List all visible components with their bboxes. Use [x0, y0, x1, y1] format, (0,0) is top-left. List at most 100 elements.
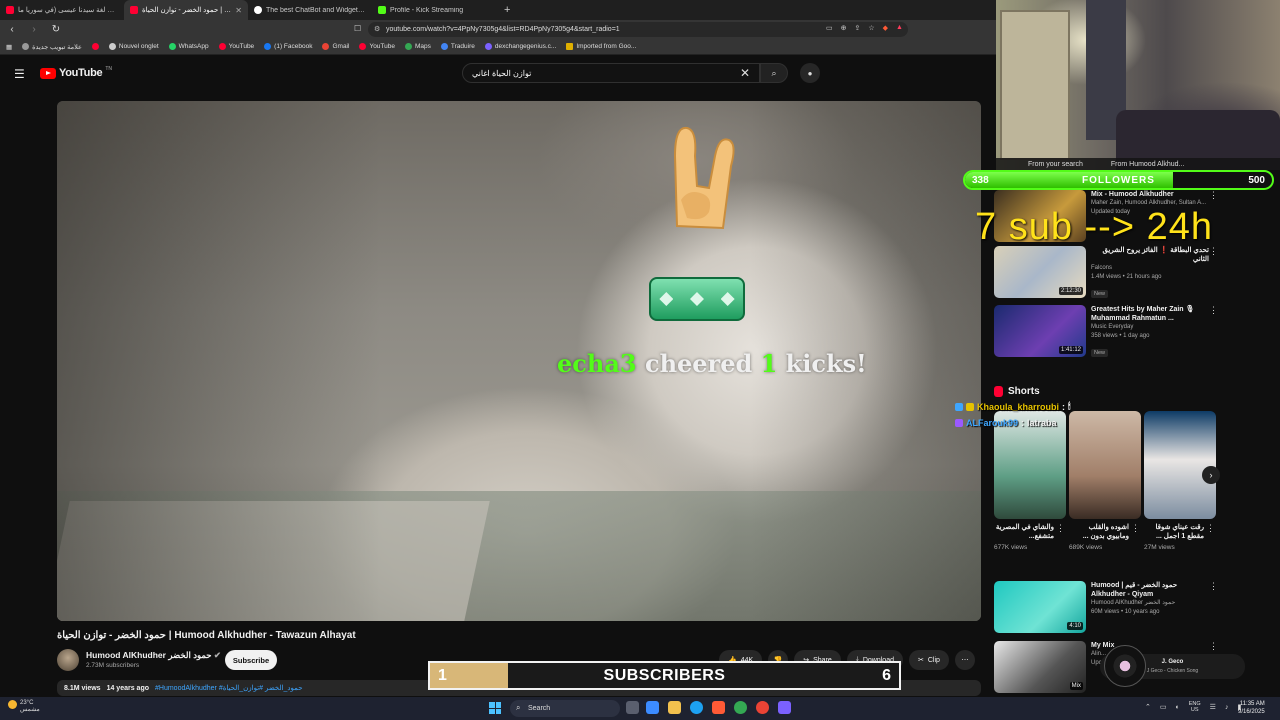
weather-widget[interactable]: 23°C مشمس [8, 700, 40, 714]
search-icon: ⌕ [771, 67, 777, 78]
browser-tab[interactable]: يتحدثون لغة سيدنا عيسى (في سوريا ما [0, 0, 124, 20]
recommendation-meta: Music Everyday [1091, 324, 1134, 330]
alert-icon[interactable]: ▲ [896, 24, 903, 32]
bookmark-item[interactable]: YouTube [359, 43, 395, 50]
chevron-up-icon[interactable]: ⌃ [1145, 703, 1151, 711]
browser-tab[interactable]: The best ChatBot and Widgets for Ki [248, 0, 372, 20]
network-icon[interactable]: ▭ [1160, 703, 1167, 711]
wifi-icon[interactable]: ☰ [1210, 703, 1216, 711]
taskbar-clock[interactable]: 11:35 AM 9/16/2025 [1238, 700, 1265, 716]
close-tab-icon[interactable]: ✕ [235, 6, 242, 15]
bookmark-item[interactable]: Maps [405, 43, 431, 50]
file-explorer-icon[interactable] [668, 701, 681, 714]
bookmark-item[interactable]: (1) Facebook [264, 43, 312, 50]
forward-icon[interactable]: › [28, 24, 40, 35]
bookmark-item[interactable]: YouTube [218, 43, 254, 50]
more-vert-icon[interactable]: ⋮ [1209, 641, 1218, 652]
chat-username: Khaoula_kharroubi [977, 401, 1060, 412]
more-vert-icon[interactable]: ⋮ [1206, 523, 1215, 534]
short-caption[interactable]: اشوده والقلب ومابيوي بدون ... 689K views… [1069, 523, 1141, 551]
subscribe-button[interactable]: Subscribe [225, 650, 277, 670]
chevron-right-icon: › [1209, 470, 1213, 480]
system-tray: ⌃ ▭ ◐ ENG US ☰ ♪ ▮ [1145, 701, 1241, 713]
video-thumbnail[interactable]: 1:41:12 [994, 305, 1086, 357]
discord-icon[interactable] [778, 701, 791, 714]
windows-start-icon[interactable] [489, 702, 501, 714]
youtube-play-icon [40, 67, 56, 79]
video-player[interactable]: echa3 cheered 1 kicks! [57, 101, 981, 621]
hashtags[interactable]: #HumoodAlkhudher #حمود_الخضر #توازن_الحي… [155, 684, 303, 692]
reload-icon[interactable]: ↻ [50, 24, 62, 35]
bookmark-folder[interactable]: Imported from Goo... [566, 43, 636, 50]
bookmark-item[interactable]: علامة تبويب جديدة [22, 43, 82, 51]
recommendation-title: My Mix [1091, 642, 1115, 649]
bookmark-icon[interactable]: ☐ [354, 24, 361, 33]
more-vert-icon[interactable]: ⋮ [1056, 523, 1065, 534]
speaker-icon[interactable]: ♪ [1225, 704, 1229, 711]
date: 9/16/2025 [1238, 709, 1265, 715]
brave-icon[interactable] [712, 701, 725, 714]
bookmark-star-icon[interactable]: ☆ [868, 24, 874, 32]
task-view-icon[interactable] [626, 701, 639, 714]
short-thumbnail[interactable] [1144, 411, 1216, 519]
youtube-logo[interactable]: YouTube TN [40, 66, 112, 79]
video-thumbnail[interactable]: 4:10 [994, 581, 1086, 633]
video-thumbnail[interactable]: 2:12:30 [994, 246, 1086, 298]
youtube-header: ☰ YouTube TN توازن الحياة اغاني ✕ ⌕ ● [0, 56, 996, 90]
search-button[interactable]: ⌕ [760, 63, 788, 83]
apps-grid-icon[interactable]: ▦ [6, 43, 12, 51]
folder-icon [566, 43, 574, 50]
zoom-icon[interactable]: ⊕ [841, 24, 847, 32]
share-page-icon[interactable]: ⇪ [855, 24, 861, 32]
site-info-icon[interactable]: ⚙ [374, 25, 380, 33]
rock-hand-emoji-icon [673, 126, 735, 230]
more-vert-icon[interactable]: ⋮ [1209, 581, 1218, 592]
kick-favicon-icon [378, 6, 386, 14]
channel-name[interactable]: Humood AlKhudher حمود الخضر ✔ [86, 650, 221, 661]
subscribers-goal: 6 [882, 667, 891, 684]
bookmark-icon [108, 43, 116, 50]
recommendation-meta: 358 views • 1 day ago [1091, 333, 1150, 339]
taskbar-search[interactable]: ⌕ Search [510, 700, 620, 717]
short-caption[interactable]: والشاي في المصرية متشفع... 677K views ⋮ [994, 523, 1066, 551]
bookmark-item[interactable]: Gmail [322, 43, 349, 50]
clear-search-icon[interactable]: ✕ [740, 66, 750, 80]
more-vert-icon[interactable]: ⋮ [1131, 523, 1140, 534]
chrome-icon[interactable] [734, 701, 747, 714]
edge-icon[interactable] [690, 701, 703, 714]
bookmark-item[interactable] [91, 43, 99, 50]
bookmark-item[interactable]: Traduire [440, 43, 475, 50]
extension-icon[interactable]: ◆ [883, 24, 888, 32]
clip-button[interactable]: ✂ Clip [909, 650, 949, 670]
bookmark-label: Gmail [332, 43, 350, 50]
voice-search-button[interactable]: ● [800, 63, 820, 83]
shorts-next-button[interactable]: › [1202, 466, 1220, 484]
search-input[interactable]: توازن الحياة اغاني [462, 63, 760, 83]
menu-icon[interactable]: ☰ [14, 67, 25, 81]
browser-tab-active[interactable]: حمود الخضر - توازن الحياة | Hu ✕ [124, 0, 248, 20]
followers-goal-bar: 338 FOLLOWERS 500 [963, 170, 1274, 190]
language-indicator[interactable]: ENG US [1189, 701, 1201, 713]
recommendation-item[interactable]: 4:10 Humood | حمود الخضر - قيم Alkhudher… [994, 581, 1218, 633]
back-icon[interactable]: ‹ [6, 24, 18, 35]
channel-avatar[interactable] [57, 649, 79, 671]
short-thumbnail[interactable] [1069, 411, 1141, 519]
video-thumbnail[interactable]: Mix [994, 641, 1086, 693]
volume-icon[interactable]: ◐ [1176, 704, 1180, 711]
chrome-profile-icon[interactable] [756, 701, 769, 714]
cast-icon[interactable]: ▭ [826, 24, 833, 32]
bookmark-item[interactable]: Nouvel onglet [108, 43, 159, 50]
bookmark-item[interactable]: WhatsApp [168, 43, 209, 50]
recommendation-item[interactable]: 2:12:30 تحدي البطاقة ❗ الفائز يروح الشري… [994, 246, 1218, 298]
followers-goal: 500 [1248, 175, 1265, 186]
chat-separator: : [1021, 418, 1025, 428]
browser-tab[interactable]: Profile - Kick Streaming [372, 0, 496, 20]
copilot-icon[interactable] [646, 701, 659, 714]
more-vert-icon[interactable]: ⋮ [1209, 190, 1218, 201]
new-tab-button[interactable]: + [496, 4, 518, 16]
more-actions-button[interactable]: ⋯ [954, 650, 975, 670]
bookmark-item[interactable]: dexchangegenius.c... [484, 43, 556, 50]
short-caption[interactable]: رقت عيناي شوقا مقطع 1 اجمل ... 27M views… [1144, 523, 1216, 551]
recommendation-item[interactable]: 1:41:12 Greatest Hits by Maher Zain 🎙 Mu… [994, 305, 1218, 357]
more-vert-icon[interactable]: ⋮ [1209, 305, 1218, 316]
